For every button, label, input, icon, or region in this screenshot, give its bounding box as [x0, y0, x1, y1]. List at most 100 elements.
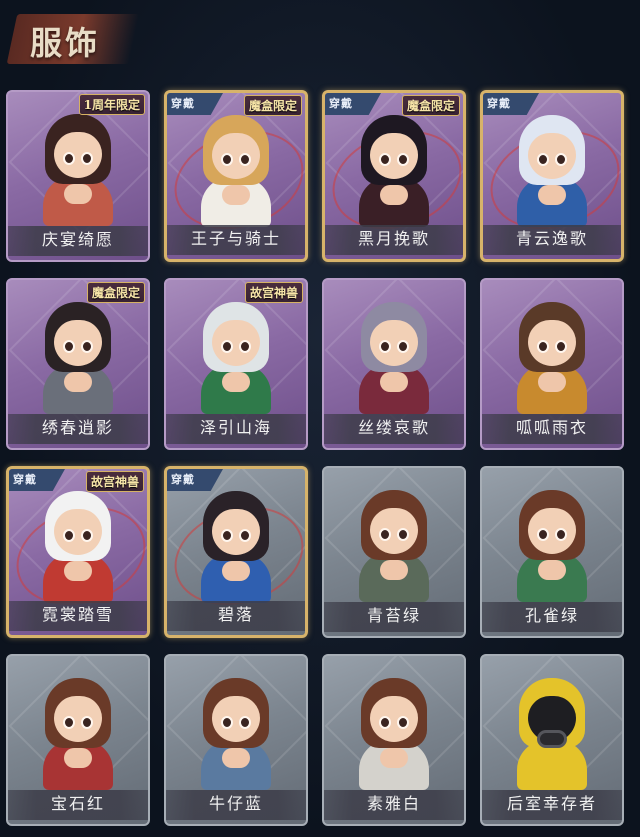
costume-name: 霓裳踏雪 [9, 601, 147, 631]
costume-name: 孔雀绿 [482, 602, 622, 632]
costume-card-15[interactable]: 素雅白 [322, 654, 466, 826]
costume-card-5[interactable]: 魔盒限定绣春逍影 [6, 278, 150, 450]
character-portrait [355, 115, 433, 227]
character-portrait [513, 490, 591, 602]
character-portrait [513, 302, 591, 414]
costume-name: 宝石红 [8, 790, 148, 820]
costume-card-10[interactable]: 穿戴 碧落 [164, 466, 308, 638]
limited-badge: 故宫神兽 [85, 471, 144, 492]
equipped-tag: 穿戴 [9, 469, 65, 491]
portrait-eye-right [555, 153, 567, 166]
portrait-hands [64, 748, 92, 768]
portrait-face [370, 696, 418, 742]
portrait-eye-right [239, 340, 251, 353]
portrait-face [212, 133, 260, 179]
character-portrait [39, 114, 117, 226]
portrait-eye-left [221, 153, 233, 166]
portrait-eye-right [81, 340, 93, 353]
costume-grid: 1周年限定 庆宴绮愿 穿戴 魔盒限定 王子与骑士 穿戴 魔盒限定 黑月挽歌 穿戴 青云逸歌 魔盒限定… [0, 0, 640, 837]
portrait-eye-left [537, 528, 549, 541]
portrait-eye-left [379, 340, 391, 353]
portrait-eye-right [397, 153, 409, 166]
costume-card-14[interactable]: 牛仔蓝 [164, 654, 308, 826]
costume-name: 青云逸歌 [483, 225, 621, 255]
portrait-eye-left [221, 340, 233, 353]
costume-name: 素雅白 [324, 790, 464, 820]
limited-badge: 1周年限定 [78, 94, 145, 115]
portrait-hands [222, 185, 250, 205]
character-portrait [355, 490, 433, 602]
costume-name: 后室幸存者 [482, 790, 622, 820]
costume-card-13[interactable]: 宝石红 [6, 654, 150, 826]
portrait-eye-right [555, 340, 567, 353]
limited-badge: 魔盒限定 [243, 95, 302, 116]
portrait-eye-left [63, 340, 75, 353]
costume-name: 呱呱雨衣 [482, 414, 622, 444]
portrait-face [212, 320, 260, 366]
portrait-hands [222, 561, 250, 581]
gas-mask-icon [513, 678, 591, 790]
character-portrait [513, 115, 591, 227]
portrait-eye-left [537, 340, 549, 353]
costume-name: 碧落 [167, 601, 305, 631]
costume-card-7[interactable]: 丝缕哀歌 [322, 278, 466, 450]
portrait-eye-right [81, 529, 93, 542]
limited-badge: 魔盒限定 [86, 282, 145, 303]
portrait-face [54, 320, 102, 366]
costume-name: 绣春逍影 [8, 414, 148, 444]
character-portrait [197, 115, 275, 227]
portrait-eye-left [63, 529, 75, 542]
costume-card-8[interactable]: 呱呱雨衣 [480, 278, 624, 450]
portrait-hands [538, 185, 566, 205]
costume-card-11[interactable]: 青苔绿 [322, 466, 466, 638]
costume-card-4[interactable]: 穿戴 青云逸歌 [480, 90, 624, 262]
costume-name: 丝缕哀歌 [324, 414, 464, 444]
portrait-hands [222, 748, 250, 768]
portrait-eye-right [397, 528, 409, 541]
portrait-hands [64, 184, 92, 204]
portrait-face [528, 508, 576, 554]
equipped-tag: 穿戴 [167, 469, 223, 491]
portrait-hands [64, 561, 92, 581]
portrait-hands [64, 372, 92, 392]
character-portrait [39, 302, 117, 414]
portrait-hands [380, 560, 408, 580]
portrait-hands [222, 372, 250, 392]
portrait-face [370, 508, 418, 554]
portrait-face [212, 696, 260, 742]
portrait-eye-left [221, 716, 233, 729]
portrait-eye-right [397, 340, 409, 353]
portrait-hands [380, 372, 408, 392]
costume-card-3[interactable]: 穿戴 魔盒限定 黑月挽歌 [322, 90, 466, 262]
character-portrait [355, 678, 433, 790]
portrait-hands [538, 372, 566, 392]
costume-name: 黑月挽歌 [325, 225, 463, 255]
portrait-eye-right [81, 716, 93, 729]
costume-card-6[interactable]: 故宫神兽泽引山海 [164, 278, 308, 450]
portrait-eye-left [63, 716, 75, 729]
portrait-eye-right [239, 153, 251, 166]
costume-card-9[interactable]: 穿戴 故宫神兽霓裳踏雪 [6, 466, 150, 638]
costume-name: 庆宴绮愿 [8, 226, 148, 256]
character-portrait [355, 302, 433, 414]
portrait-face [528, 320, 576, 366]
costume-card-2[interactable]: 穿戴 魔盒限定 王子与骑士 [164, 90, 308, 262]
portrait-eye-right [555, 528, 567, 541]
costume-card-12[interactable]: 孔雀绿 [480, 466, 624, 638]
character-portrait [197, 302, 275, 414]
portrait-eye-left [379, 153, 391, 166]
gas-mask-filter [537, 730, 567, 748]
costume-name: 青苔绿 [324, 602, 464, 632]
equipped-tag: 穿戴 [325, 93, 381, 115]
costume-name: 泽引山海 [166, 414, 306, 444]
equipped-tag: 穿戴 [483, 93, 539, 115]
portrait-eye-right [81, 152, 93, 165]
portrait-face [54, 696, 102, 742]
portrait-eye-left [63, 152, 75, 165]
portrait-face [212, 509, 260, 555]
portrait-hands [538, 560, 566, 580]
costume-card-16[interactable]: 后室幸存者 [480, 654, 624, 826]
costume-name: 王子与骑士 [167, 225, 305, 255]
limited-badge: 故宫神兽 [244, 282, 303, 303]
costume-card-1[interactable]: 1周年限定庆宴绮愿 [6, 90, 150, 262]
